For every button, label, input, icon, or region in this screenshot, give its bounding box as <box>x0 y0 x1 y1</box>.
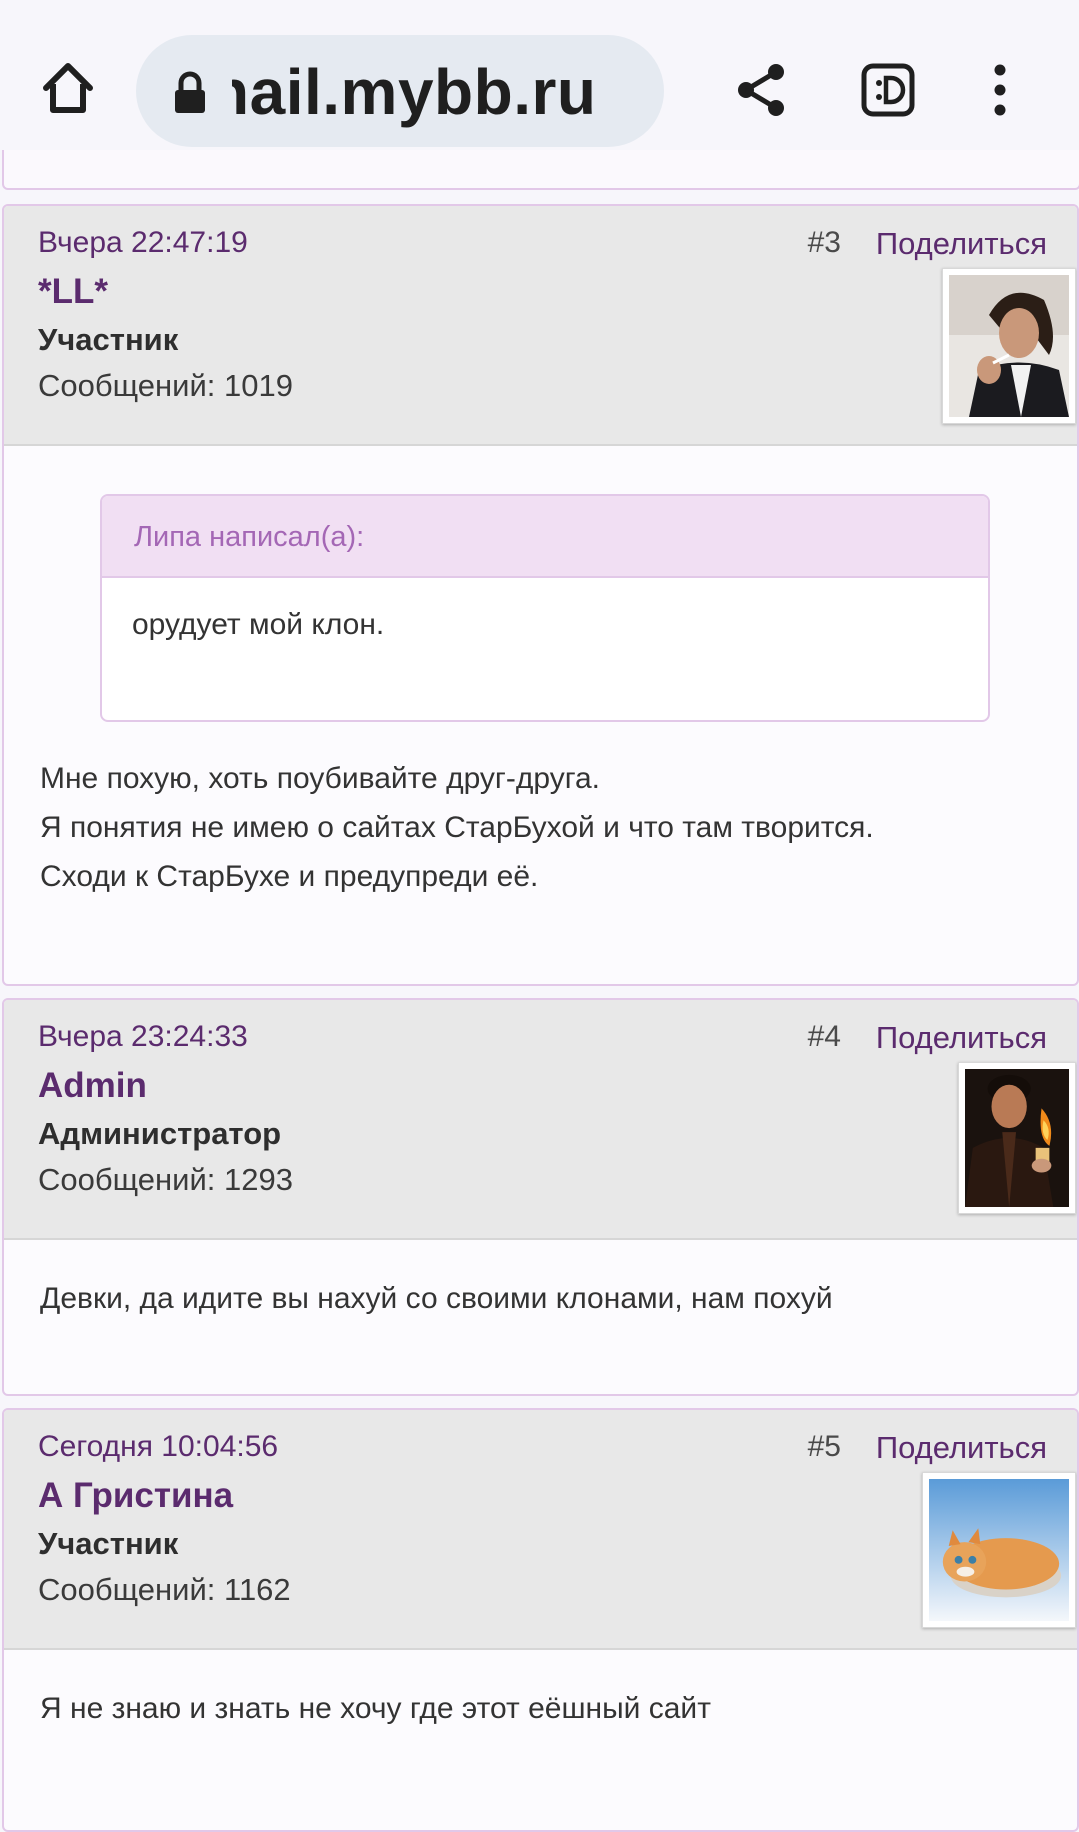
post-number-link[interactable]: #4 <box>808 1020 841 1054</box>
share-link[interactable]: Поделиться <box>876 226 1047 262</box>
more-menu-icon[interactable] <box>980 62 1020 118</box>
avatar[interactable] <box>942 268 1076 424</box>
tabs-icon[interactable] <box>860 62 916 118</box>
post-timestamp: Вчера 23:24:33 <box>38 1020 248 1053</box>
user-role: Участник <box>38 322 179 357</box>
home-icon[interactable] <box>38 58 98 118</box>
post-header: Сегодня 10:04:56 #5 Поделиться А Гристин… <box>4 1410 1077 1650</box>
quote-author: Липа написал(а): <box>102 496 988 578</box>
avatar[interactable] <box>922 1472 1076 1628</box>
post-timestamp: Сегодня 10:04:56 <box>38 1430 279 1463</box>
quote-text: орудует мой клон. <box>132 608 385 641</box>
post-body: Девки, да идите вы нахуй со своими клона… <box>4 1240 1077 1394</box>
post-number-link[interactable]: #5 <box>808 1430 841 1464</box>
browser-toolbar: nail.mybb.ru <box>0 0 1079 170</box>
forum-post: Вчера 22:47:19 #3 Поделиться *LL* Участн… <box>2 204 1079 986</box>
post-text: Мне похую, хоть поубивайте друг-друга. Я… <box>40 754 874 901</box>
share-icon[interactable] <box>734 62 790 118</box>
post-body: Я не знаю и знать не хочу где этот еёшны… <box>4 1650 1077 1830</box>
post-line: Сходи к СтарБухе и предупреди её. <box>40 860 539 893</box>
address-bar[interactable]: nail.mybb.ru <box>136 35 664 147</box>
share-link[interactable]: Поделиться <box>876 1020 1047 1056</box>
post-line: Я понятия не имею о сайтах СтарБухой и ч… <box>40 811 874 844</box>
forum-post: Вчера 23:24:33 #4 Поделиться Admin Админ… <box>2 998 1079 1396</box>
message-count: Сообщений: 1293 <box>38 1162 293 1197</box>
user-role: Администратор <box>38 1116 282 1151</box>
username-link[interactable]: А Гристина <box>38 1476 233 1516</box>
message-count: Сообщений: 1162 <box>38 1572 291 1607</box>
username-link[interactable]: *LL* <box>38 272 108 312</box>
post-header: Вчера 23:24:33 #4 Поделиться Admin Админ… <box>4 1000 1077 1240</box>
post-number-link[interactable]: #3 <box>808 226 841 260</box>
user-role: Участник <box>38 1526 179 1561</box>
quote-box: Липа написал(а): орудует мой клон. <box>100 494 990 722</box>
previous-post-edge <box>2 150 1079 190</box>
url-text: nail.mybb.ru <box>232 56 597 128</box>
post-header: Вчера 22:47:19 #3 Поделиться *LL* Участн… <box>4 206 1077 446</box>
post-text: Я не знаю и знать не хочу где этот еёшны… <box>40 1684 711 1733</box>
lock-icon <box>172 71 208 115</box>
post-line: Девки, да идите вы нахуй со своими клона… <box>40 1282 833 1315</box>
post-text: Девки, да идите вы нахуй со своими клона… <box>40 1274 833 1323</box>
forum-post: Сегодня 10:04:56 #5 Поделиться А Гристин… <box>2 1408 1079 1832</box>
username-link[interactable]: Admin <box>38 1066 147 1106</box>
avatar[interactable] <box>958 1062 1076 1214</box>
message-count: Сообщений: 1019 <box>38 368 293 403</box>
post-line: Я не знаю и знать не хочу где этот еёшны… <box>40 1692 711 1725</box>
post-body: Липа написал(а): орудует мой клон. Мне п… <box>4 446 1077 984</box>
post-timestamp: Вчера 22:47:19 <box>38 226 248 259</box>
post-line: Мне похую, хоть поубивайте друг-друга. <box>40 762 601 795</box>
share-link[interactable]: Поделиться <box>876 1430 1047 1466</box>
